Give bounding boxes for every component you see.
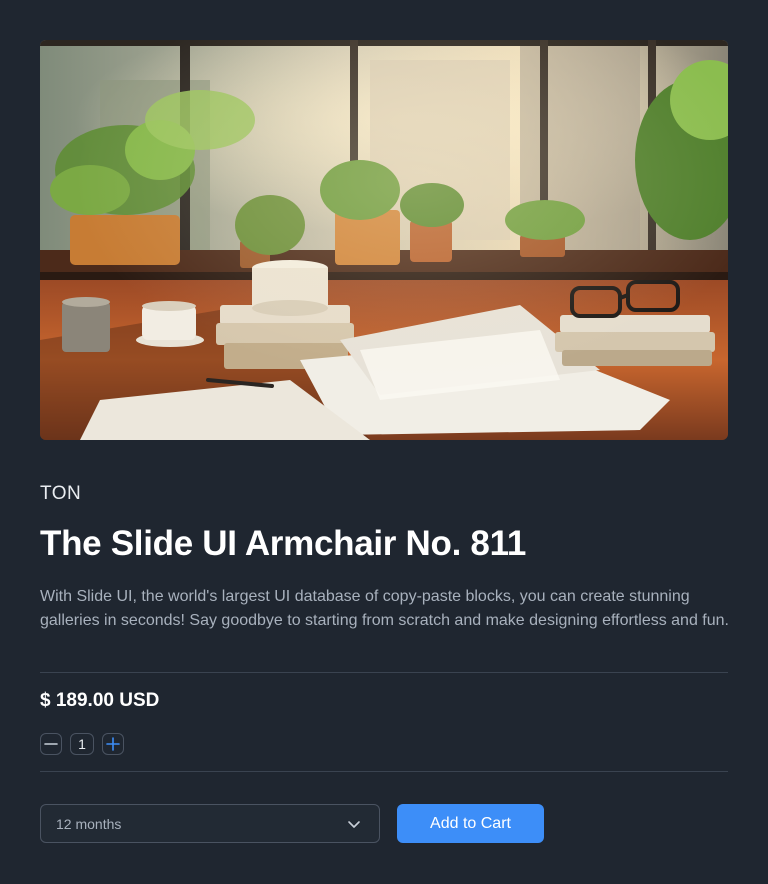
quantity-stepper: 1 xyxy=(40,732,124,756)
divider xyxy=(40,672,728,673)
product-image xyxy=(40,40,728,440)
quantity-value[interactable]: 1 xyxy=(70,733,94,755)
product-title: The Slide UI Armchair No. 811 xyxy=(40,524,527,563)
minus-icon xyxy=(44,743,58,745)
divider xyxy=(40,771,728,772)
increment-button[interactable] xyxy=(102,733,124,755)
product-photo xyxy=(40,40,728,440)
decrement-button[interactable] xyxy=(40,733,62,755)
product-brand: TON xyxy=(40,483,82,504)
plan-select-value: 12 months xyxy=(56,815,122,832)
add-to-cart-button[interactable]: Add to Cart xyxy=(397,804,544,843)
product-price: $ 189.00 USD xyxy=(40,690,160,711)
plan-select[interactable]: 12 months xyxy=(40,804,380,843)
product-page: TON The Slide UI Armchair No. 811 With S… xyxy=(0,0,768,884)
product-description: With Slide UI, the world's largest UI da… xyxy=(40,588,729,629)
plus-icon xyxy=(106,737,120,751)
chevron-down-icon xyxy=(348,820,360,828)
